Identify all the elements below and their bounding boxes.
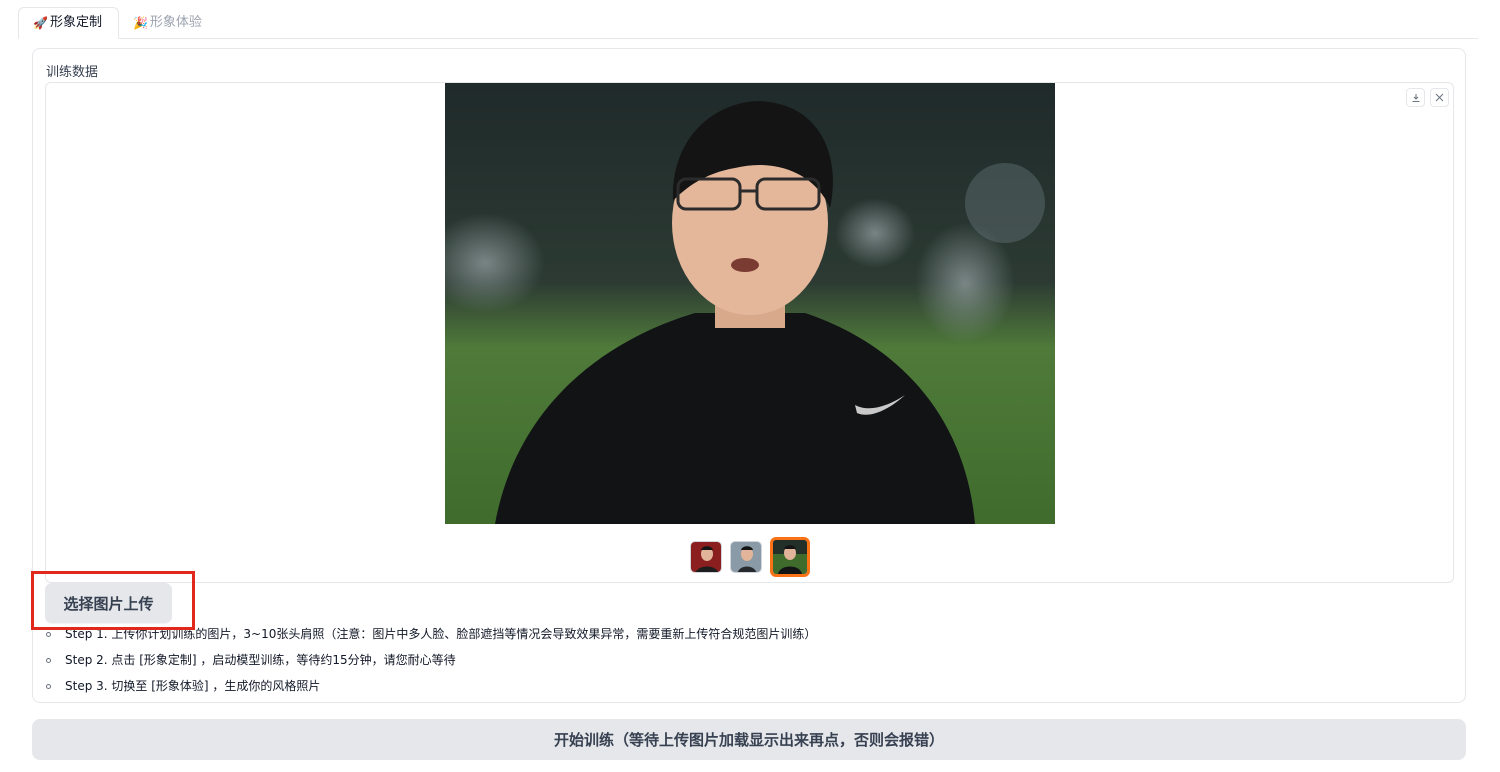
tab-avatar-customize[interactable]: 🚀 形象定制 [18,7,119,39]
tab-avatar-experience[interactable]: 🎉 形象体验 [119,7,218,38]
download-icon[interactable] [1406,88,1425,107]
rocket-icon: 🚀 [33,16,48,30]
tab-bar: 🚀 形象定制 🎉 形象体验 [18,7,1478,39]
image-gallery [45,82,1454,583]
tab-label: 形象体验 [149,14,202,30]
list-item: Step 2. 点击 [形象定制] ，启动模型训练，等待约15分钟，请您耐心等待 [45,647,816,673]
bullet-icon [46,683,51,689]
tab-label: 形象定制 [49,15,102,30]
bullet-icon [46,657,51,663]
selected-preview-image [445,83,1055,524]
training-data-label: 训练数据 [46,65,99,80]
thumbnail-strip [690,537,810,577]
start-training-button[interactable]: 开始训练（等待上传图片加载显示出来再点，否则会报错） [32,719,1466,760]
list-item: Step 3. 切换至 [形象体验] ，生成你的风格照片 [45,673,816,699]
training-panel: 训练数据 选择图片上传 Step 1. 上传你计划训练的图片，3~10张头肩照（… [32,48,1466,703]
highlight-annotation [31,571,195,630]
thumbnail-3-selected[interactable] [770,537,810,577]
thumbnail-1[interactable] [690,541,722,573]
step-text: Step 2. 点击 [形象定制] ，启动模型训练，等待约15分钟，请您耐心等待 [65,653,456,667]
step-text: Step 3. 切换至 [形象体验] ，生成你的风格照片 [65,679,321,693]
thumbnail-2[interactable] [730,541,762,573]
close-icon[interactable] [1430,88,1449,107]
party-icon: 🎉 [132,15,148,30]
gallery-toolbar [1406,88,1449,107]
instruction-steps: Step 1. 上传你计划训练的图片，3~10张头肩照（注意：图片中多人脸、脸部… [45,621,816,699]
bullet-icon [46,631,51,637]
